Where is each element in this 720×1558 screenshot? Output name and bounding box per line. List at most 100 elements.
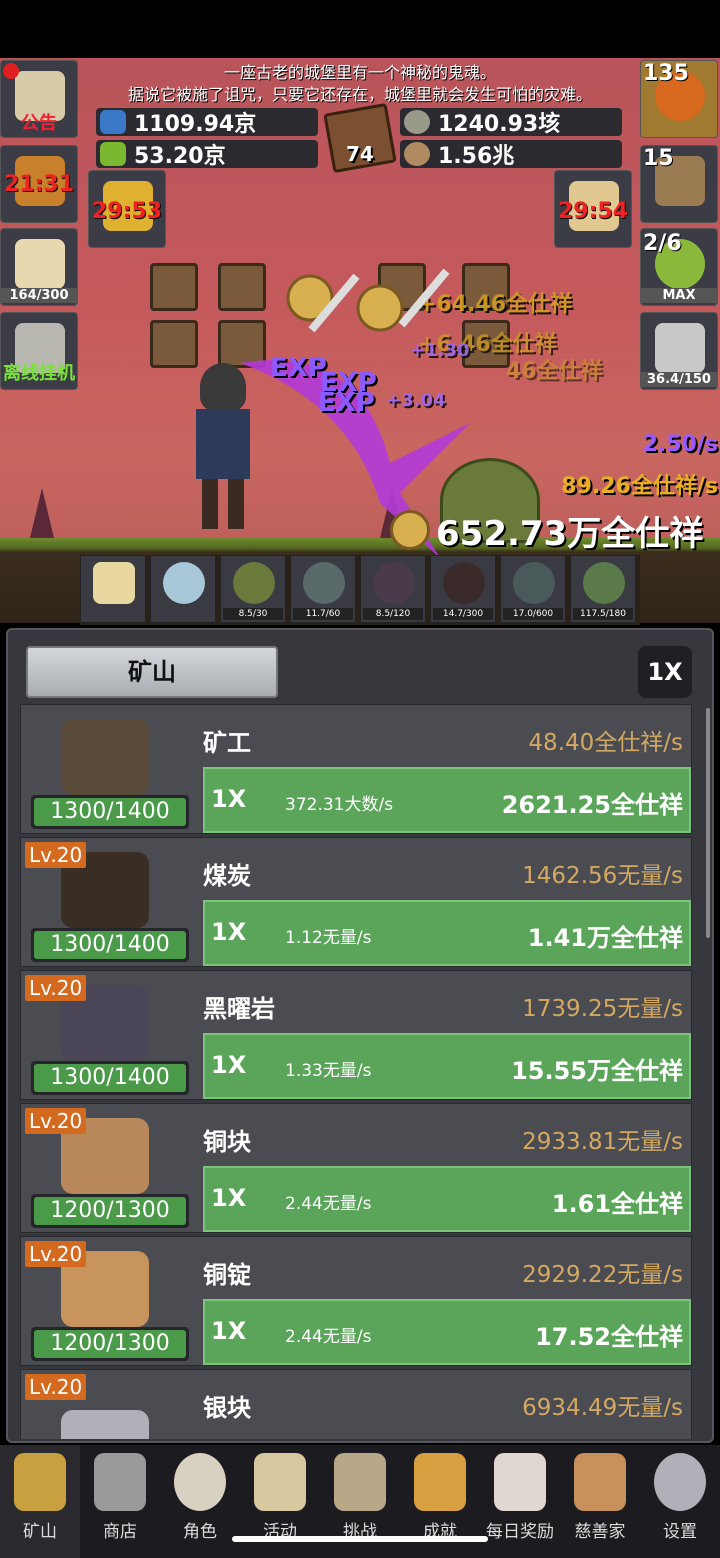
gold-coin-icon <box>390 510 430 550</box>
sword-button[interactable]: 36.4/150 <box>640 312 718 390</box>
enemy-slot[interactable]: 17.0/600 <box>500 555 566 623</box>
treasure-button[interactable]: 29:53 <box>88 170 166 248</box>
candle-slot[interactable] <box>80 555 146 623</box>
mine-list[interactable]: 1300/1400 矿工 48.40全仕祥/s 1X 372.31大数/s 26… <box>20 704 692 1439</box>
upgrade-button[interactable]: 1X 2.44无量/s 1.61全仕祥 <box>203 1166 691 1232</box>
sword-coin-effect <box>286 268 450 333</box>
egg-slot[interactable] <box>150 555 216 623</box>
bread-icon <box>15 239 65 289</box>
home-indicator[interactable] <box>232 1536 488 1542</box>
treasure-chest-icon[interactable] <box>150 263 198 311</box>
resource-blue-potion: 1109.94京 <box>96 108 318 137</box>
lantern-icon <box>14 1453 66 1511</box>
upgrade-gain: 2.44无量/s <box>285 1194 372 1214</box>
list-item[interactable]: Lv.20 1300/1400 黑曜岩 1739.25无量/s 1X 1.33无… <box>20 970 692 1100</box>
slime-count: 2/6 <box>643 231 682 256</box>
enemy-slot[interactable]: 117.5/180 <box>570 555 636 623</box>
torch-button[interactable]: 21:31 <box>0 145 78 223</box>
enemy-bar: 17.0/600 <box>503 608 563 620</box>
story-line: 据说它被施了诅咒，只要它还存在，城堡里就会发生可怕的灾难。 <box>127 85 592 104</box>
story-text: 一座古老的城堡里有一个神秘的鬼魂。 据说它被施了诅咒，只要它还存在，城堡里就会发… <box>80 62 640 106</box>
enemy-queue: 8.5/30 11.7/60 8.5/120 14.7/300 17.0/600… <box>80 555 640 625</box>
level-badge: Lv.20 <box>25 1374 87 1400</box>
bread-count: 164/300 <box>1 288 77 303</box>
upgrade-gain: 2.44无量/s <box>285 1327 372 1347</box>
resource-coin-b: 1.56兆 <box>400 140 622 169</box>
item-rate: 1739.25无量/s <box>522 996 683 1022</box>
nav-shop[interactable]: 商店 <box>80 1445 160 1558</box>
nav-philanthropist[interactable]: 慈善家 <box>560 1445 640 1558</box>
item-name: 煤炭 <box>203 862 251 890</box>
stone-icon <box>94 1453 146 1511</box>
count-value: 1300/1400 <box>34 798 186 826</box>
potion-button[interactable]: 135 <box>640 60 718 138</box>
upgrade-gain: 1.33无量/s <box>285 1061 372 1081</box>
enemy-bar: 117.5/180 <box>573 608 633 620</box>
bread-icon <box>574 1453 626 1511</box>
upgrade-button[interactable]: 1X 2.44无量/s 17.52全仕祥 <box>203 1299 691 1365</box>
dps-label: 2.50/s <box>642 432 718 457</box>
multiplier: 1X <box>211 1051 247 1079</box>
enemy-slot[interactable]: 8.5/120 <box>360 555 426 623</box>
slime-button[interactable]: 2/6 MAX <box>640 228 718 306</box>
upgrade-cost: 2621.25全仕祥 <box>501 791 683 819</box>
nav-mine[interactable]: 矿山 <box>0 1445 80 1558</box>
enemy-slot[interactable]: 11.7/60 <box>290 555 356 623</box>
enemy-icon <box>303 562 345 604</box>
gear-icon <box>654 1453 706 1511</box>
notice-button[interactable]: 公告 <box>0 60 78 138</box>
nav-daily-reward[interactable]: 每日奖励 <box>480 1445 560 1558</box>
enemy-bar: 14.7/300 <box>433 608 493 620</box>
map-icon <box>334 1453 386 1511</box>
ticket-button[interactable]: 29:54 <box>554 170 632 248</box>
enemy-icon <box>583 562 625 604</box>
nav-character[interactable]: 角色 <box>160 1445 240 1558</box>
speed-toggle[interactable]: 1X <box>638 646 692 698</box>
list-item[interactable]: Lv.20 1300/1400 煤炭 1462.56无量/s 1X 1.12无量… <box>20 837 692 967</box>
miner-icon <box>61 719 149 795</box>
upgrade-gain: 372.31大数/s <box>285 795 394 815</box>
upgrade-button[interactable]: 1X 1.12无量/s 1.41万全仕祥 <box>203 900 691 966</box>
item-name: 银块 <box>203 1394 251 1422</box>
item-rate: 2929.22无量/s <box>522 1262 683 1288</box>
level-badge: Lv.20 <box>25 1241 87 1267</box>
upgrade-button[interactable]: 1X 372.31大数/s 2621.25全仕祥 <box>203 767 691 833</box>
nav-label: 每日奖励 <box>486 1522 554 1542</box>
enemy-bar: 8.5/120 <box>363 608 423 620</box>
item-name: 黑曜岩 <box>203 995 275 1023</box>
silver-ore-icon <box>61 1410 149 1439</box>
scrollbar[interactable] <box>706 708 710 938</box>
upgrade-button[interactable]: 1X 1.33无量/s 15.55万全仕祥 <box>203 1033 691 1099</box>
enemy-slot[interactable]: 8.5/30 <box>220 555 286 623</box>
upgrade-gain: 1.12无量/s <box>285 928 372 948</box>
offline-button[interactable]: 离线挂机 <box>0 312 78 390</box>
upgrade-cost: 1.61全仕祥 <box>551 1190 683 1218</box>
list-item[interactable]: 1300/1400 矿工 48.40全仕祥/s 1X 372.31大数/s 26… <box>20 704 692 834</box>
chest-button[interactable]: 15 <box>640 145 718 223</box>
treasure-chest-icon[interactable] <box>150 320 198 368</box>
level-badge: Lv.20 <box>25 975 87 1001</box>
list-item[interactable]: Lv.20 银块 6934.49无量/s <box>20 1369 692 1439</box>
nav-settings[interactable]: 设置 <box>640 1445 720 1558</box>
count-value: 1200/1300 <box>34 1330 186 1358</box>
coin-icon <box>404 110 430 134</box>
enemy-icon <box>373 562 415 604</box>
green-potion-icon <box>100 142 126 166</box>
level-badge: Lv.20 <box>25 842 87 868</box>
item-name: 矿工 <box>203 729 251 757</box>
count-value: 1300/1400 <box>34 931 186 959</box>
notification-dot <box>3 63 19 79</box>
treasure-timer: 29:53 <box>91 199 163 224</box>
tab-mine[interactable]: 矿山 <box>26 646 278 698</box>
treasure-chest-icon[interactable] <box>218 263 266 311</box>
enemy-slot[interactable]: 14.7/300 <box>430 555 496 623</box>
list-item[interactable]: Lv.20 1200/1300 铜锭 2929.22无量/s 1X 2.44无量… <box>20 1236 692 1366</box>
count-badge: 1300/1400 <box>31 928 189 962</box>
item-rate: 2933.81无量/s <box>522 1129 683 1155</box>
ticket-timer: 29:54 <box>557 199 629 224</box>
item-rate: 1462.56无量/s <box>522 863 683 889</box>
bread-button[interactable]: 164/300 <box>0 228 78 306</box>
item-name: 铜锭 <box>203 1261 251 1289</box>
notice-label: 公告 <box>21 113 57 134</box>
list-item[interactable]: Lv.20 1200/1300 铜块 2933.81无量/s 1X 2.44无量… <box>20 1103 692 1233</box>
